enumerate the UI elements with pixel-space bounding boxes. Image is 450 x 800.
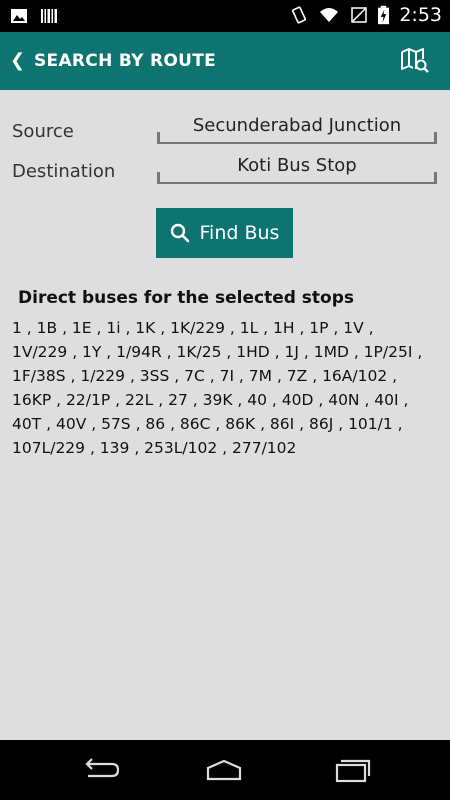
source-value: Secunderabad Junction bbox=[192, 115, 402, 136]
home-icon[interactable] bbox=[202, 756, 246, 784]
barcode-icon bbox=[41, 9, 57, 23]
source-field[interactable]: Secunderabad Junction bbox=[157, 110, 437, 144]
clock: 2:53 bbox=[399, 4, 442, 26]
no-sim-icon bbox=[351, 7, 368, 23]
destination-value: Koti Bus Stop bbox=[237, 155, 357, 176]
battery-charging-icon bbox=[378, 5, 390, 25]
find-bus-button[interactable]: Find Bus bbox=[156, 208, 293, 258]
source-underline bbox=[157, 142, 437, 144]
recents-icon[interactable] bbox=[328, 756, 372, 784]
destination-underline bbox=[157, 182, 437, 184]
status-bar: 2:53 bbox=[0, 0, 450, 32]
find-bus-label: Find Bus bbox=[199, 222, 280, 244]
app-bar: ❮ SEARCH BY ROUTE bbox=[0, 32, 450, 90]
gallery-icon bbox=[11, 9, 27, 23]
map-search-icon[interactable] bbox=[400, 47, 430, 75]
back-chevron-icon[interactable]: ❮ bbox=[10, 50, 25, 71]
destination-label: Destination bbox=[12, 161, 116, 182]
wifi-icon bbox=[320, 8, 339, 22]
navigation-bar bbox=[0, 740, 450, 800]
results-heading: Direct buses for the selected stops bbox=[18, 288, 355, 308]
page-title: SEARCH BY ROUTE bbox=[34, 51, 217, 71]
destination-field[interactable]: Koti Bus Stop bbox=[157, 150, 437, 184]
vibrate-icon bbox=[292, 6, 307, 24]
search-icon bbox=[170, 223, 189, 243]
bus-list: 1 , 1B , 1E , 1i , 1K , 1K/229 , 1L , 1H… bbox=[12, 319, 423, 457]
source-label: Source bbox=[12, 121, 74, 142]
back-icon[interactable] bbox=[78, 756, 122, 784]
